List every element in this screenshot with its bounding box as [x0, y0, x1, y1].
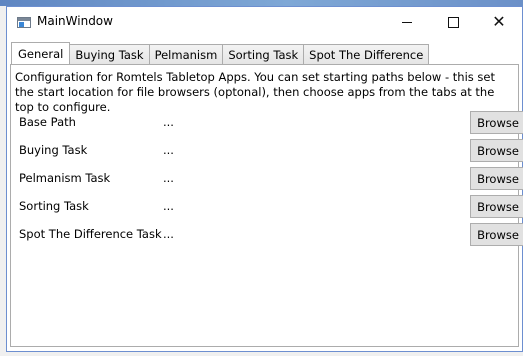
- tab-buying-task[interactable]: Buying Task: [69, 44, 150, 64]
- path-label: Buying Task: [19, 143, 88, 157]
- path-row-base: Base Path ... Browse: [11, 111, 523, 135]
- maximize-icon: [447, 16, 459, 28]
- minimize-button[interactable]: [384, 7, 430, 37]
- browse-sorting-task-button[interactable]: Browse: [470, 195, 523, 218]
- app-window-icon: [17, 17, 31, 28]
- path-label: Base Path: [19, 115, 76, 129]
- path-row-buying: Buying Task ... Browse: [11, 139, 523, 163]
- config-description: Configuration for Romtels Tabletop Apps.…: [15, 70, 495, 114]
- path-value: ...: [163, 199, 174, 213]
- path-value: ...: [163, 115, 174, 129]
- browse-buying-task-button[interactable]: Browse: [470, 139, 523, 162]
- path-value: ...: [163, 227, 174, 241]
- path-label: Spot The Difference Task: [19, 227, 162, 241]
- path-row-sorting: Sorting Task ... Browse: [11, 195, 523, 219]
- tab-spot-the-difference[interactable]: Spot The Difference: [303, 44, 430, 64]
- path-row-pelmanism: Pelmanism Task ... Browse: [11, 167, 523, 191]
- path-label: Sorting Task: [19, 199, 89, 213]
- path-row-spot-the-difference: Spot The Difference Task ... Browse: [11, 223, 523, 247]
- tab-general[interactable]: General: [11, 42, 71, 64]
- path-label: Pelmanism Task: [19, 171, 111, 185]
- browse-pelmanism-task-button[interactable]: Browse: [470, 167, 523, 190]
- maximize-button[interactable]: [430, 7, 476, 37]
- browse-spot-the-difference-button[interactable]: Browse: [470, 223, 523, 246]
- tab-sorting-task[interactable]: Sorting Task: [222, 44, 305, 64]
- close-button[interactable]: ✕: [476, 7, 522, 37]
- general-tab-panel: Configuration for Romtels Tabletop Apps.…: [10, 64, 523, 347]
- browse-base-path-button[interactable]: Browse: [470, 111, 523, 134]
- path-value: ...: [163, 171, 174, 185]
- path-value: ...: [163, 143, 174, 157]
- close-icon: ✕: [492, 12, 506, 31]
- title-bar[interactable]: MainWindow ✕: [7, 7, 522, 37]
- tab-pelmanism[interactable]: Pelmanism: [148, 44, 224, 64]
- main-window: MainWindow ✕ General Buying Task Pelmani…: [6, 6, 523, 352]
- tab-strip: General Buying Task Pelmanism Sorting Ta…: [11, 42, 430, 64]
- window-title: MainWindow: [37, 14, 113, 28]
- minimize-icon: [402, 21, 412, 23]
